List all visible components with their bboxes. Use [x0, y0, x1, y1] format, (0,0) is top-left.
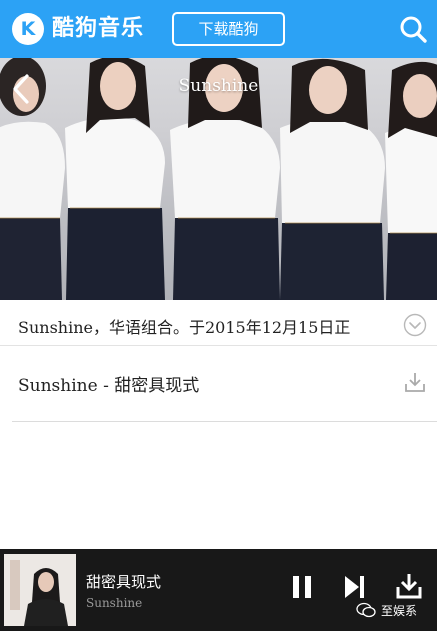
now-playing-artist: Sunshine	[86, 596, 143, 610]
album-cover[interactable]	[4, 554, 76, 626]
song-title: Sunshine - 甜密具现式	[18, 376, 200, 396]
song-list-item[interactable]: Sunshine - 甜密具现式	[12, 360, 437, 422]
kugou-logo-icon[interactable]	[12, 13, 44, 45]
top-bar: 酷狗音乐 下载酷狗	[0, 0, 437, 58]
artist-intro-text: Sunshine，华语组合。于2015年12月15日正	[18, 318, 351, 337]
download-icon[interactable]	[396, 572, 422, 600]
pause-icon[interactable]	[290, 574, 314, 600]
now-playing-title: 甜密具现式	[86, 573, 162, 591]
artist-intro-row[interactable]: Sunshine，华语组合。于2015年12月15日正	[0, 300, 437, 346]
wechat-watermark: 至娱系	[356, 599, 417, 621]
search-icon[interactable]	[398, 14, 428, 44]
app-logo-text[interactable]: 酷狗音乐	[52, 13, 144, 45]
artist-banner: Sunshine	[0, 58, 437, 300]
download-icon[interactable]	[404, 371, 426, 393]
download-app-button[interactable]: 下载酷狗	[172, 12, 285, 46]
album-cover-art	[4, 554, 76, 626]
watermark-text: 至娱系	[381, 603, 418, 618]
chevron-down-icon[interactable]	[403, 313, 427, 337]
wechat-icon	[356, 602, 376, 618]
artist-name-title: Sunshine	[178, 76, 259, 96]
next-track-icon[interactable]	[343, 574, 367, 600]
